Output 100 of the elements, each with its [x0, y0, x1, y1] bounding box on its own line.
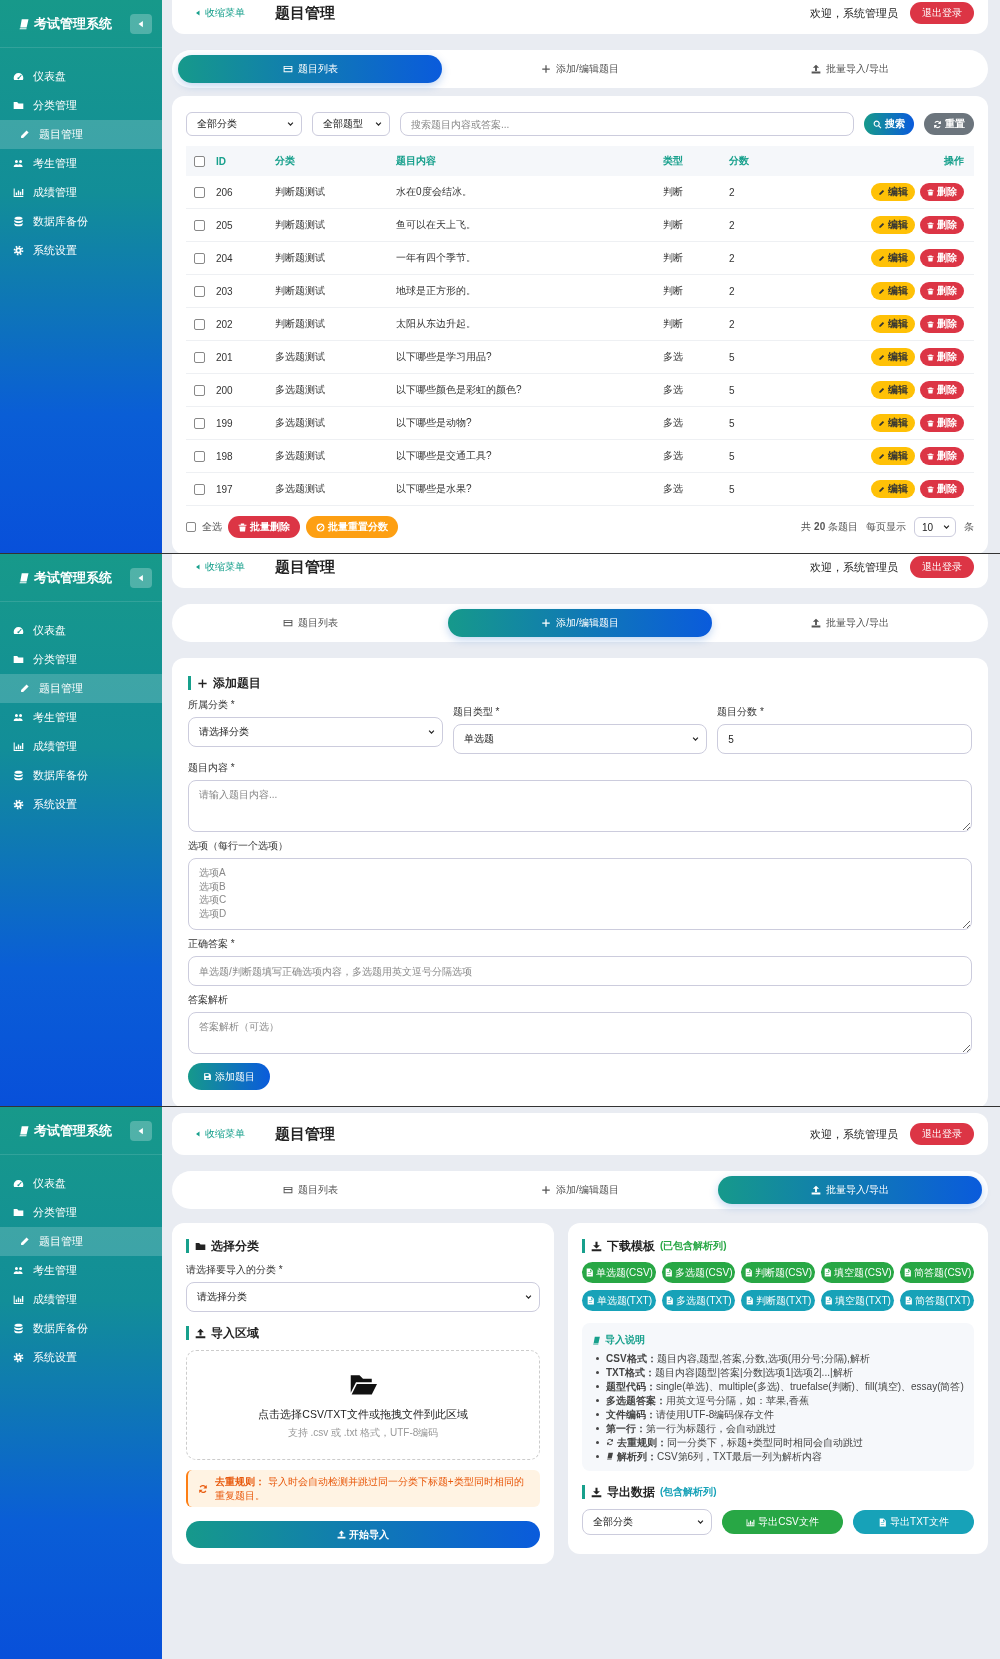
sidebar-item[interactable]: 系统设置 — [0, 1343, 162, 1372]
sidebar-item[interactable]: 数据库备份 — [0, 1314, 162, 1343]
checkbox[interactable] — [194, 285, 205, 297]
sidebar-item[interactable]: 考生管理 — [0, 703, 162, 732]
tab[interactable]: 批量导入/导出 — [718, 55, 982, 83]
delete-button[interactable]: 删除 — [920, 414, 964, 432]
sidebar-item[interactable]: 仪表盘 — [0, 62, 162, 91]
delete-button[interactable]: 删除 — [920, 447, 964, 465]
edit-button[interactable]: 编辑 — [871, 381, 915, 399]
sidebar-item[interactable]: 数据库备份 — [0, 207, 162, 236]
template-button[interactable]: 判断题(TXT) — [741, 1290, 815, 1311]
template-button[interactable]: 多选题(TXT) — [661, 1290, 736, 1311]
sidebar-item[interactable]: 成绩管理 — [0, 178, 162, 207]
edit-button[interactable]: 编辑 — [871, 282, 915, 300]
tab[interactable]: 批量导入/导出 — [718, 609, 982, 637]
delete-button[interactable]: 删除 — [920, 381, 964, 399]
sidebar-item[interactable]: 考生管理 — [0, 1256, 162, 1285]
sidebar-toggle-button[interactable] — [130, 567, 152, 588]
delete-button[interactable]: 删除 — [920, 249, 964, 267]
text-area[interactable]: 答案解析（可选） — [188, 1012, 972, 1054]
tab[interactable]: 添加/编辑题目 — [448, 609, 712, 637]
tab[interactable]: 添加/编辑题目 — [448, 1176, 712, 1204]
sidebar-item[interactable]: 分类管理 — [0, 91, 162, 120]
start-import-button[interactable]: 开始导入 — [186, 1521, 540, 1548]
search-field[interactable]: 搜索题目内容或答案... — [400, 112, 854, 136]
category-select[interactable]: 全部分类 — [186, 112, 302, 136]
sidebar-item[interactable]: 系统设置 — [0, 790, 162, 819]
edit-button[interactable]: 编辑 — [871, 216, 915, 234]
delete-button[interactable]: 删除 — [920, 348, 964, 366]
checkbox[interactable] — [194, 318, 205, 330]
template-button[interactable]: 简答题(CSV) — [900, 1262, 974, 1283]
delete-button[interactable]: 删除 — [920, 282, 964, 300]
text-area[interactable]: 选项A 选项B 选项C 选项D — [188, 858, 972, 930]
sidebar-item[interactable]: 数据库备份 — [0, 761, 162, 790]
template-button[interactable]: 单选题(TXT) — [582, 1290, 656, 1311]
tab[interactable]: 题目列表 — [178, 1176, 442, 1204]
logout-button[interactable]: 退出登录 — [910, 556, 974, 578]
sidebar-item[interactable]: 成绩管理 — [0, 732, 162, 761]
checkbox[interactable] — [194, 417, 205, 429]
select-field[interactable]: 单选题 — [452, 724, 708, 754]
input-field[interactable]: 5 — [717, 724, 972, 754]
edit-button[interactable]: 编辑 — [871, 480, 915, 498]
delete-button[interactable]: 删除 — [920, 480, 964, 498]
sidebar-item[interactable]: 题目管理 — [0, 674, 162, 703]
tab[interactable]: 添加/编辑题目 — [448, 55, 712, 83]
tab[interactable]: 题目列表 — [178, 609, 442, 637]
select-field[interactable]: 请选择分类 — [188, 717, 443, 747]
sidebar-item[interactable]: 系统设置 — [0, 236, 162, 265]
checkbox[interactable] — [194, 186, 205, 198]
delete-button[interactable]: 删除 — [920, 183, 964, 201]
type-select[interactable]: 全部题型 — [312, 112, 390, 136]
reset-button[interactable]: 重置 — [924, 113, 974, 135]
logout-button[interactable]: 退出登录 — [910, 1123, 974, 1145]
category-select[interactable]: 请选择分类 — [186, 1282, 540, 1312]
sidebar-item[interactable]: 仪表盘 — [0, 1169, 162, 1198]
sidebar-item[interactable]: 仪表盘 — [0, 616, 162, 645]
export-csv-button[interactable]: 导出CSV文件 — [722, 1510, 843, 1534]
export-txt-button[interactable]: 导出TXT文件 — [853, 1510, 974, 1534]
input-field[interactable]: 单选题/判断题填写正确选项内容，多选题用英文逗号分隔选项 — [188, 956, 972, 986]
collapse-menu-link[interactable]: 收缩菜单 — [194, 560, 245, 574]
tab[interactable]: 批量导入/导出 — [718, 1176, 982, 1204]
sidebar-item[interactable]: 考生管理 — [0, 149, 162, 178]
logout-button[interactable]: 退出登录 — [910, 2, 974, 24]
template-button[interactable]: 单选题(CSV) — [582, 1262, 656, 1283]
template-button[interactable]: 填空题(CSV) — [820, 1262, 895, 1283]
collapse-menu-link[interactable]: 收缩菜单 — [194, 6, 245, 20]
sidebar-item[interactable]: 分类管理 — [0, 645, 162, 674]
add-question-button[interactable]: 添加题目 — [188, 1063, 270, 1090]
edit-button[interactable]: 编辑 — [871, 315, 915, 333]
checkbox[interactable] — [194, 384, 205, 396]
sidebar-item[interactable]: 题目管理 — [0, 1227, 162, 1256]
sidebar-toggle-button[interactable] — [130, 1120, 152, 1141]
checkbox[interactable] — [194, 351, 205, 363]
sidebar-toggle-button[interactable] — [130, 13, 152, 34]
search-button[interactable]: 搜索 — [864, 113, 914, 135]
template-button[interactable]: 填空题(TXT) — [820, 1290, 895, 1311]
collapse-menu-link[interactable]: 收缩菜单 — [194, 1127, 245, 1141]
per-page-select[interactable]: 10 — [914, 517, 956, 537]
edit-button[interactable]: 编辑 — [871, 348, 915, 366]
export-category-select[interactable]: 全部分类 — [582, 1509, 712, 1535]
checkbox[interactable] — [194, 155, 205, 167]
file-drop-zone[interactable]: 点击选择CSV/TXT文件或拖拽文件到此区域 支持 .csv 或 .txt 格式，UTF-8编码 — [186, 1350, 540, 1460]
tab[interactable]: 题目列表 — [178, 55, 442, 83]
checkbox[interactable] — [194, 219, 205, 231]
delete-button[interactable]: 删除 — [920, 216, 964, 234]
template-button[interactable]: 判断题(CSV) — [741, 1262, 815, 1283]
checkbox[interactable] — [194, 450, 205, 462]
checkbox[interactable] — [194, 252, 205, 264]
batch-delete-button[interactable]: 批量删除 — [228, 516, 300, 538]
edit-button[interactable]: 编辑 — [871, 183, 915, 201]
checkbox[interactable] — [194, 483, 205, 495]
template-button[interactable]: 简答题(TXT) — [900, 1290, 974, 1311]
template-button[interactable]: 多选题(CSV) — [661, 1262, 736, 1283]
sidebar-item[interactable]: 分类管理 — [0, 1198, 162, 1227]
edit-button[interactable]: 编辑 — [871, 447, 915, 465]
sidebar-item[interactable]: 题目管理 — [0, 120, 162, 149]
edit-button[interactable]: 编辑 — [871, 249, 915, 267]
delete-button[interactable]: 删除 — [920, 315, 964, 333]
text-area[interactable]: 请输入题目内容... — [188, 780, 972, 832]
sidebar-item[interactable]: 成绩管理 — [0, 1285, 162, 1314]
